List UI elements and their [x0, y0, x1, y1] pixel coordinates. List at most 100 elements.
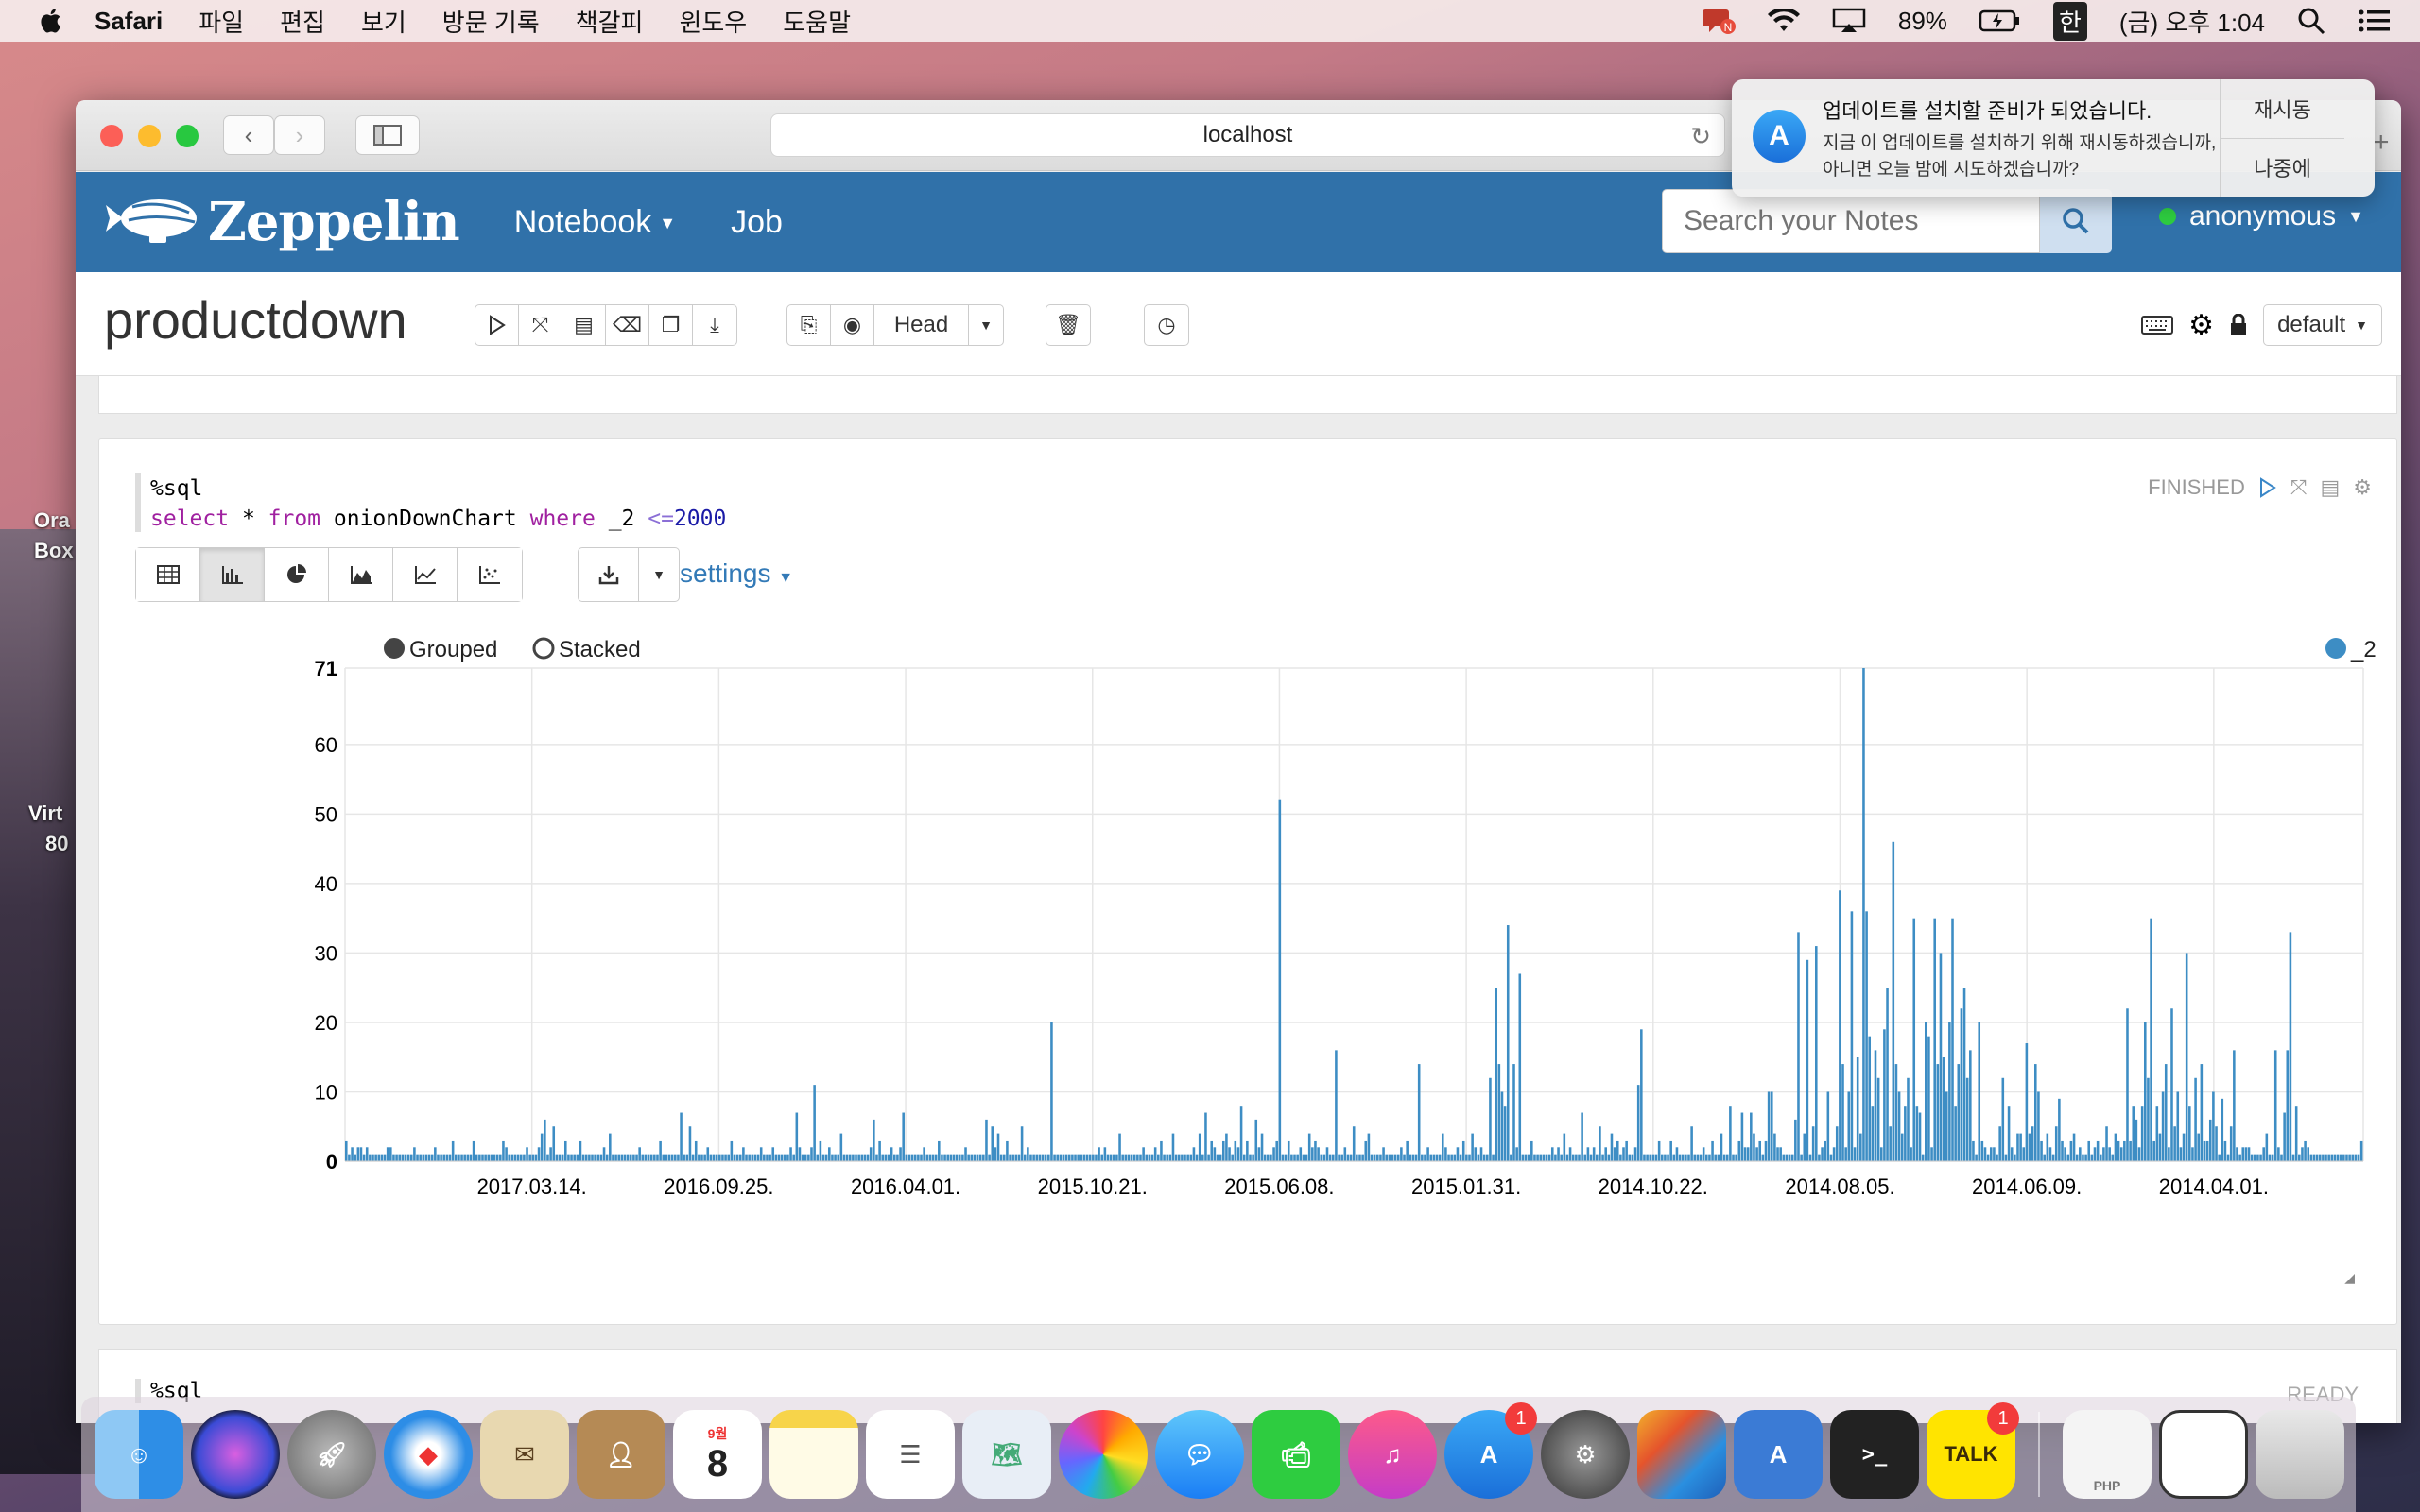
php-file-icon[interactable]: PHP [2063, 1410, 2152, 1499]
clear-output-button[interactable]: ⌫ [606, 305, 649, 345]
later-button[interactable]: 나중에 [2221, 139, 2344, 198]
itunes-icon[interactable]: ♫ [1348, 1410, 1437, 1499]
line-chart-button[interactable] [393, 548, 458, 601]
siri-icon[interactable] [191, 1410, 280, 1499]
photos-icon[interactable] [1059, 1410, 1148, 1499]
search-button[interactable] [2040, 189, 2112, 253]
zoom-window-button[interactable] [176, 125, 199, 147]
bar [348, 1154, 351, 1161]
search-input[interactable] [1662, 189, 2040, 253]
revision-selector[interactable]: Head [874, 305, 969, 345]
bar [1767, 1091, 1771, 1161]
minimize-window-button[interactable] [138, 125, 161, 147]
bar [1711, 1140, 1714, 1161]
gear-icon[interactable]: ⚙ [2188, 309, 2214, 342]
bar [419, 1154, 422, 1161]
menu-bookmarks[interactable]: 책갈피 [576, 4, 644, 39]
cron-scheduler-button[interactable]: ◷ [1145, 305, 1188, 345]
menu-file[interactable]: 파일 [199, 4, 244, 39]
user-menu[interactable]: anonymous ▼ [2159, 200, 2364, 232]
calendar-icon[interactable]: 9월 8 [673, 1410, 762, 1499]
x-tick-label: 2014.10.22. [1599, 1175, 1708, 1198]
gear-icon[interactable]: ⚙ [2353, 475, 2372, 500]
clone-note-button[interactable]: ❐ [649, 305, 693, 345]
notes-icon[interactable] [769, 1410, 858, 1499]
lock-icon[interactable] [2229, 314, 2248, 336]
export-note-button[interactable]: ⤓ [693, 305, 736, 345]
run-all-button[interactable] [475, 305, 519, 345]
code-editor[interactable]: %sql select * from onionDownChart where … [135, 473, 1648, 532]
bar [1497, 1064, 1501, 1161]
reload-icon[interactable]: ↻ [1690, 122, 1711, 151]
run-paragraph-icon[interactable] [2258, 477, 2277, 498]
keyboard-icon[interactable] [2141, 315, 2174, 335]
terminal-icon[interactable]: >_ [1830, 1410, 1919, 1499]
safari-icon[interactable]: ◆ [384, 1410, 473, 1499]
bar [1184, 1154, 1186, 1161]
address-bar[interactable]: localhost ↻ [770, 113, 1725, 157]
menu-edit[interactable]: 편집 [280, 4, 325, 39]
download-format-dropdown[interactable]: ▼ [639, 548, 679, 601]
bar [2268, 1154, 2272, 1161]
scatter-chart-button[interactable] [458, 548, 522, 601]
compare-revisions-button[interactable]: ◉ [831, 305, 874, 345]
notebook-title[interactable]: productdown [104, 289, 407, 351]
keynote-icon[interactable] [1637, 1410, 1726, 1499]
menu-help[interactable]: 도움말 [783, 4, 851, 39]
nav-job[interactable]: Job [731, 204, 783, 241]
menu-window[interactable]: 윈도우 [679, 4, 747, 39]
sidebar-toggle-button[interactable] [355, 115, 420, 155]
close-window-button[interactable] [100, 125, 123, 147]
toggle-output-button[interactable]: ▤ [562, 305, 606, 345]
back-button[interactable]: ‹ [223, 115, 274, 155]
chat-notification-icon[interactable]: N [1702, 6, 1736, 36]
bar [1773, 1133, 1776, 1161]
document-preview-icon[interactable] [2159, 1410, 2248, 1499]
contacts-icon[interactable]: 👤︎ [577, 1410, 666, 1499]
nav-notebook[interactable]: Notebook ▼ [514, 204, 676, 241]
menu-view[interactable]: 보기 [361, 4, 406, 39]
revision-dropdown-button[interactable]: ▼ [969, 305, 1003, 345]
apple-icon[interactable] [38, 7, 66, 35]
launchpad-icon[interactable]: 🚀︎ [287, 1410, 376, 1499]
interpreter-binding-dropdown[interactable]: default ▼ [2263, 304, 2382, 346]
kakaotalk-icon[interactable]: TALK 1 [1927, 1402, 2019, 1499]
app-store-icon[interactable]: A1 [1444, 1402, 1537, 1499]
reminders-icon[interactable]: ☰ [866, 1410, 955, 1499]
resize-handle-icon[interactable]: ◢ [2344, 1270, 2355, 1286]
commit-button[interactable]: ⎘ [787, 305, 831, 345]
spotlight-search-icon[interactable] [2297, 7, 2325, 35]
mail-icon[interactable]: ✉ [480, 1410, 569, 1499]
forward-button[interactable]: › [274, 115, 325, 155]
area-chart-button[interactable] [329, 548, 393, 601]
input-method-indicator[interactable]: 한 [2052, 1, 2087, 41]
zeppelin-logo[interactable]: Zeppelin [104, 191, 460, 253]
wifi-icon[interactable] [1767, 9, 1800, 33]
remove-note-button[interactable]: 🗑︎ [1046, 305, 1090, 345]
system-preferences-icon[interactable]: ⚙ [1541, 1410, 1630, 1499]
book-icon[interactable]: ▤ [2320, 475, 2340, 500]
xcode-icon[interactable]: A [1734, 1410, 1823, 1499]
menu-history[interactable]: 방문 기록 [442, 4, 540, 39]
settings-toggle[interactable]: settings ▼ [680, 558, 793, 589]
download-data-button[interactable] [579, 548, 639, 601]
maps-icon[interactable]: 🗺︎ [962, 1410, 1051, 1499]
airplay-icon[interactable] [1832, 8, 1866, 34]
facetime-icon[interactable]: 📹︎ [1252, 1410, 1340, 1499]
toggle-code-button[interactable]: ⤧ [519, 305, 562, 345]
collapse-arrows-icon[interactable]: ⤧ [2290, 475, 2308, 500]
menubar-clock[interactable]: (금) 오후 1:04 [2119, 4, 2265, 39]
menu-safari[interactable]: Safari [95, 7, 163, 36]
new-tab-button[interactable]: + [2373, 127, 2401, 159]
restart-button[interactable]: 재시동 [2221, 79, 2344, 139]
notification-center-icon[interactable] [2358, 8, 2392, 34]
trash-icon[interactable] [2256, 1410, 2344, 1499]
messages-icon[interactable]: 💬︎ [1155, 1410, 1244, 1499]
battery-icon[interactable] [1979, 9, 2021, 32]
table-view-button[interactable] [136, 548, 200, 601]
note-search [1662, 189, 2112, 253]
bar [1750, 1112, 1753, 1161]
finder-icon[interactable]: ☺ [95, 1410, 183, 1499]
bar-chart-button[interactable] [200, 548, 265, 601]
pie-chart-button[interactable] [265, 548, 329, 601]
